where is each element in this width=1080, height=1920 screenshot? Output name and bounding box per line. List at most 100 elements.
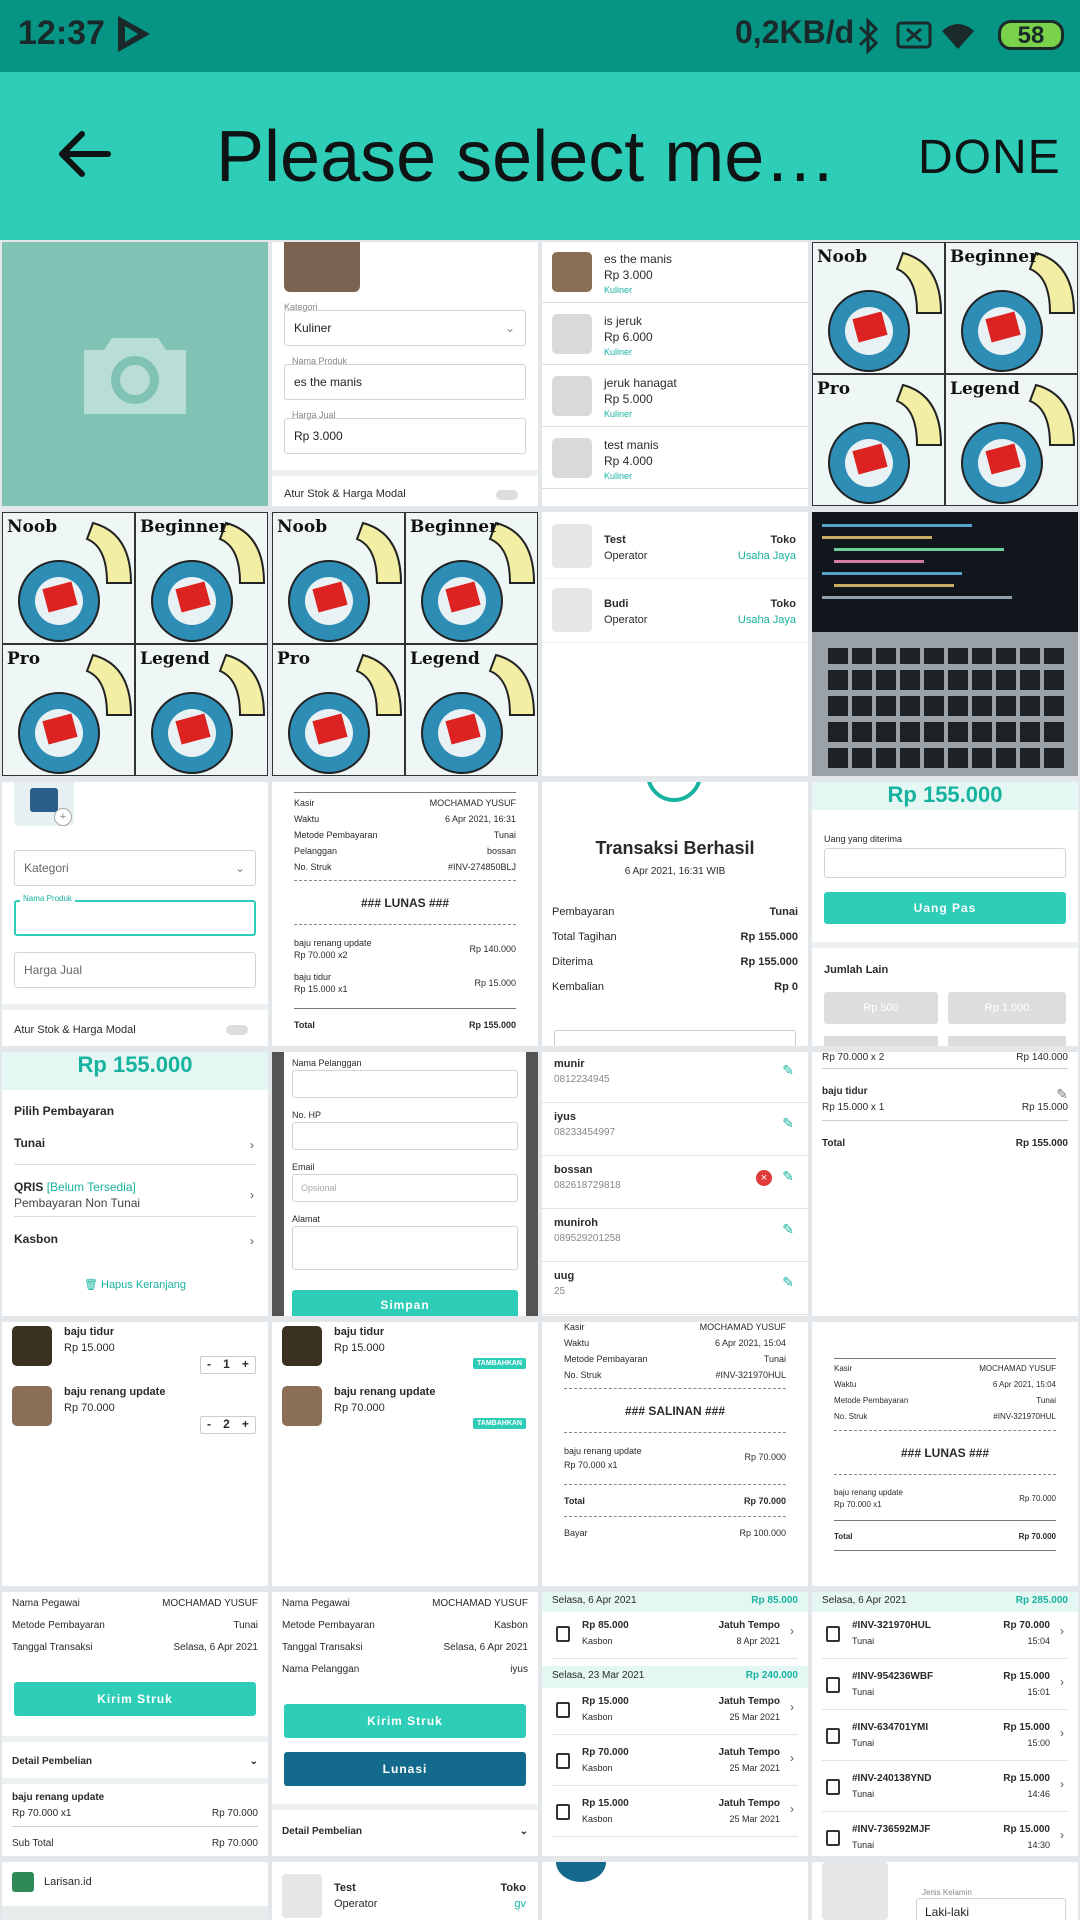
qris-option[interactable]: QRIS [Belum Tersedia]	[14, 1180, 136, 1194]
hapus-keranjang-button[interactable]: 🗑 Hapus Keranjang	[2, 1278, 268, 1291]
edit-icon[interactable]: ✎	[782, 1274, 794, 1291]
amount-option-1000[interactable]: Rp 1.000	[948, 992, 1066, 1024]
thumb-success-partial[interactable]	[542, 1862, 808, 1920]
chevron-down-icon[interactable]: ⌄	[520, 1826, 528, 1837]
thumb-add-to-cart[interactable]: baju tidur Rp 15.000 TAMBAHKAN baju renang …	[272, 1322, 538, 1586]
thumb-customer-form[interactable]: Nama Pelanggan No. HP Email Opsional Ala…	[272, 1052, 538, 1316]
minus-icon[interactable]: -	[207, 1357, 211, 1373]
item-qty: Rp 70.000 x1	[564, 1460, 618, 1470]
thumb-app-home[interactable]: Larisan.id	[2, 1862, 268, 1920]
tambahkan-button[interactable]: TAMBAHKAN	[473, 1358, 526, 1369]
thumb-transaction-success[interactable]: Transaksi Berhasil 6 Apr 2021, 16:31 WIB…	[542, 782, 808, 1046]
product-name: baju tidur	[334, 1326, 385, 1338]
nama-pelanggan-input[interactable]	[292, 1070, 518, 1098]
item-total: Rp 70.000	[211, 1808, 258, 1819]
chevron-down-icon[interactable]: ⌄	[250, 1756, 258, 1767]
thumb-transaction-detail[interactable]: Nama Pegawai MOCHAMAD YUSUF Metode Pembaya…	[2, 1592, 268, 1856]
harga-jual-input[interactable]: Harga Jual	[14, 952, 256, 988]
detail-pembelian-label: Detail Pembelian	[12, 1756, 93, 1767]
edit-icon[interactable]: ✎	[782, 1221, 794, 1238]
detail-label: Tanggal Transaksi	[12, 1642, 93, 1653]
chevron-right-icon[interactable]: ›	[790, 1700, 794, 1714]
thumb-product-form[interactable]: Kategori Kuliner ⌄ Nama Produk es the man…	[272, 242, 538, 506]
kasbon-option[interactable]: Kasbon	[14, 1232, 58, 1246]
tambahkan-button[interactable]: TAMBAHKAN	[473, 1418, 526, 1429]
thumb-product-list[interactable]: es the manis Rp 3.000 Kuliner is jeruk Rp 6.…	[542, 242, 808, 506]
hp-input[interactable]	[292, 1122, 518, 1150]
minus-icon[interactable]: -	[207, 1417, 211, 1433]
tunai-option[interactable]: Tunai	[14, 1136, 45, 1150]
thumb-receipt-salinan[interactable]: Kasir MOCHAMAD YUSUF Waktu 6 Apr 2021, 15:0…	[542, 1322, 808, 1586]
kategori-select[interactable]: Kategori ⌄	[14, 850, 256, 886]
chevron-right-icon[interactable]: ›	[1060, 1675, 1064, 1689]
thumb-profile-form[interactable]: Jenis Kelamin Laki-laki	[812, 1862, 1078, 1920]
detail-label: Nama Pegawai	[12, 1598, 80, 1609]
meme-image[interactable]: Noob Beginner Pro Legend	[812, 242, 1078, 506]
thumb-receipt-lunas[interactable]: Kasir MOCHAMAD YUSUF Waktu 6 Apr 2021, 16:3…	[272, 782, 538, 1046]
thumb-payment-method[interactable]: Rp 155.000 Pilih Pembayaran Tunai › QRIS…	[2, 1052, 268, 1316]
camera-tile[interactable]	[2, 242, 268, 506]
thumb-receipt-summary[interactable]: Rp 70.000 x 2 Rp 140.000 baju tidur ✎ Rp 1…	[812, 1052, 1078, 1316]
thumb-cart[interactable]: baju tidur Rp 15.000-1 + baju renang update…	[2, 1322, 268, 1586]
quantity-stepper[interactable]: -1 +	[200, 1356, 256, 1374]
plus-icon[interactable]: +	[242, 1357, 249, 1373]
chevron-right-icon[interactable]: ›	[790, 1802, 794, 1816]
done-button[interactable]: DONE	[918, 130, 1061, 185]
jenis-kelamin-select[interactable]: Laki-laki	[916, 1898, 1066, 1920]
thumb-user-list[interactable]: Test Operator Toko Usaha Jaya Budi Operator To…	[542, 512, 808, 776]
entry-amount: Jatuh Tempo	[718, 1620, 780, 1631]
receipt-value: Tunai	[763, 1354, 786, 1364]
delete-icon[interactable]: ×	[756, 1170, 772, 1186]
email-input[interactable]: Opsional	[292, 1174, 518, 1202]
receipt-banner: ### SALINAN ###	[624, 1404, 726, 1418]
meme-label: Noob	[277, 517, 328, 537]
thumb-kasbon-detail[interactable]: Nama Pegawai MOCHAMAD YUSUF Metode Pembaya…	[272, 1592, 538, 1856]
plus-icon[interactable]: +	[242, 1417, 249, 1433]
play-store-icon	[116, 14, 152, 59]
kirim-struk-button[interactable]: Kirim Struk	[14, 1682, 256, 1716]
nama-produk-input[interactable]	[14, 900, 256, 936]
item-name: baju tidur	[822, 1086, 868, 1097]
product-name: baju renang update	[64, 1386, 166, 1398]
avatar	[282, 1874, 322, 1918]
laptop-photo[interactable]	[812, 512, 1078, 776]
entry-type: Tunai	[852, 1738, 875, 1748]
thumb-cash-payment[interactable]: Rp 155.000 Uang yang diterima Uang Pas J…	[812, 782, 1078, 1046]
meme-image[interactable]: Noob Beginner Pro Legend	[2, 512, 268, 776]
user-role: Operator	[604, 550, 648, 562]
chevron-right-icon[interactable]: ›	[1060, 1828, 1064, 1842]
alamat-input[interactable]	[292, 1226, 518, 1270]
chevron-right-icon[interactable]: ›	[1060, 1726, 1064, 1740]
camera-icon	[84, 338, 186, 414]
uang-pas-button[interactable]: Uang Pas	[824, 892, 1066, 924]
chevron-right-icon[interactable]: ›	[1060, 1777, 1064, 1791]
chevron-right-icon[interactable]: ›	[790, 1624, 794, 1638]
meme-image[interactable]: Noob Beginner Pro Legend	[272, 512, 538, 776]
thumb-customer-list[interactable]: munir 0812234945 ✎ iyus 08233454997 ✎ bossan 08…	[542, 1052, 808, 1316]
product-price: Rp 15.000	[64, 1342, 115, 1354]
quantity-stepper[interactable]: -2 +	[200, 1416, 256, 1434]
total-amount: Rp 155.000	[2, 1052, 268, 1090]
stok-toggle[interactable]	[226, 1025, 248, 1035]
amount-option-500[interactable]: Rp 500	[824, 992, 938, 1024]
lunasi-button[interactable]: Lunasi	[284, 1752, 526, 1786]
back-arrow-icon[interactable]	[56, 126, 112, 187]
thumb-user-detail[interactable]: Test Operator Toko gv	[272, 1862, 538, 1920]
product-photo	[282, 1386, 322, 1426]
simpan-button[interactable]: Simpan	[292, 1290, 518, 1316]
toko-label: Toko	[770, 534, 796, 546]
detail-value: iyus	[510, 1664, 528, 1675]
edit-icon[interactable]: ✎	[1056, 1086, 1068, 1103]
edit-icon[interactable]: ✎	[782, 1168, 794, 1185]
kirim-struk-button[interactable]: Kirim Struk	[284, 1704, 526, 1738]
chevron-right-icon[interactable]: ›	[790, 1751, 794, 1765]
edit-icon[interactable]: ✎	[782, 1062, 794, 1079]
thumb-invoice-list[interactable]: Selasa, 6 Apr 2021 Rp 285.000 #INV-321970H…	[812, 1592, 1078, 1856]
thumb-receipt-lunas-2[interactable]: Kasir MOCHAMAD YUSUF Waktu 6 Apr 2021, 15:0…	[812, 1322, 1078, 1586]
thumb-kasbon-list[interactable]: Selasa, 6 Apr 2021 Rp 85.000 Rp 85.000 Kasb…	[542, 1592, 808, 1856]
thumb-add-product[interactable]: + Kategori ⌄ Nama Produk Harga Jual Atur …	[2, 782, 268, 1046]
trash-icon: 🗑	[83, 1279, 98, 1291]
edit-icon[interactable]: ✎	[782, 1115, 794, 1132]
chevron-right-icon[interactable]: ›	[1060, 1624, 1064, 1638]
uang-input[interactable]	[824, 848, 1066, 878]
